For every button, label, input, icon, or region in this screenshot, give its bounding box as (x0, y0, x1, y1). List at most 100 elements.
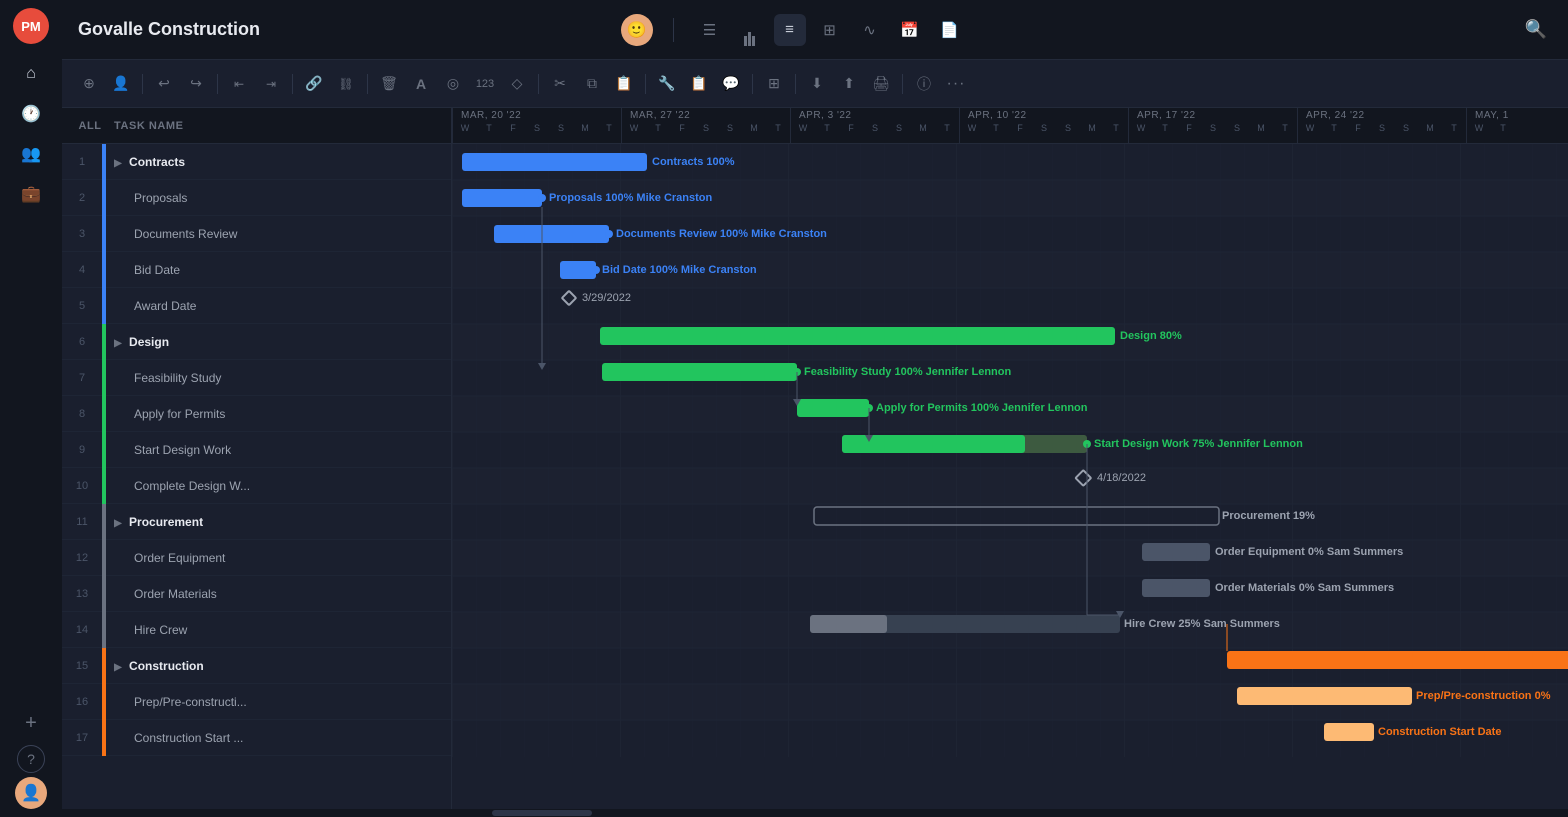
task-row[interactable]: 7 Feasibility Study (62, 360, 451, 396)
redo-button[interactable]: ↪ (181, 69, 211, 99)
date-group-label: APR, 10 '22 (960, 108, 1128, 123)
gantt-bar-bid[interactable] (560, 261, 596, 279)
day-label: T (646, 123, 670, 133)
toolbar-sep-2 (217, 74, 218, 94)
indent-left-button[interactable]: ⇤ (224, 69, 254, 99)
user-avatar[interactable]: 🙂 (621, 14, 653, 46)
task-row[interactable]: 1 ▶ Contracts (62, 144, 451, 180)
sidebar-item-people[interactable]: 👥 (13, 136, 49, 172)
gantt-bar-contracts[interactable] (462, 153, 647, 171)
gantt-bar-docs[interactable] (494, 225, 609, 243)
task-row[interactable]: 6 ▶ Design (62, 324, 451, 360)
task-row[interactable]: 15 ▶ Construction (62, 648, 451, 684)
task-name: ▶ Procurement (114, 515, 451, 529)
gantt-bar-permits[interactable] (797, 399, 869, 417)
task-num: 7 (62, 372, 102, 384)
tab-list[interactable]: ☰ (694, 14, 726, 46)
tab-chart[interactable] (734, 14, 766, 46)
gantt-bar-proposals[interactable] (462, 189, 542, 207)
task-row[interactable]: 4 Bid Date (62, 252, 451, 288)
search-icon[interactable]: 🔍 (1520, 14, 1552, 46)
day-label: F (670, 123, 694, 133)
diamond-button[interactable]: ◇ (502, 69, 532, 99)
sidebar-item-user-avatar[interactable]: 👤 (15, 777, 47, 809)
sidebar-item-help[interactable]: ? (17, 745, 45, 773)
tab-table[interactable]: ⊞ (814, 14, 846, 46)
tab-activity[interactable]: ∿ (854, 14, 886, 46)
link-button[interactable]: 🔗 (299, 69, 329, 99)
undo-button[interactable]: ↩ (149, 69, 179, 99)
task-row[interactable]: 5 Award Date (62, 288, 451, 324)
scroll-thumb[interactable] (492, 810, 592, 816)
tool-comment[interactable]: 💬 (716, 69, 746, 99)
sidebar-item-recent[interactable]: 🕐 (13, 96, 49, 132)
gantt-bar-materials[interactable] (1142, 579, 1210, 597)
sidebar-item-work[interactable]: 💼 (13, 176, 49, 212)
color-button[interactable]: ◎ (438, 69, 468, 99)
date-group-label: MAR, 20 '22 (453, 108, 621, 123)
gantt-bar-construction[interactable] (1227, 651, 1568, 669)
task-row[interactable]: 16 Prep/Pre-constructi... (62, 684, 451, 720)
sidebar-item-add[interactable]: + (13, 705, 49, 741)
day-label: W (960, 123, 984, 133)
group-expand-icon[interactable]: ▶ (114, 662, 122, 673)
task-panel: ALL TASK NAME 1 ▶ Contracts 2 Proposals … (62, 108, 452, 817)
add-task-button[interactable]: ⊕ (74, 69, 104, 99)
task-row[interactable]: 2 Proposals (62, 180, 451, 216)
gantt-bar-feasibility[interactable] (602, 363, 797, 381)
task-row[interactable]: 17 Construction Start ... (62, 720, 451, 756)
task-name: Proposals (114, 191, 451, 205)
tab-doc[interactable]: 📄 (934, 14, 966, 46)
task-row[interactable]: 3 Documents Review (62, 216, 451, 252)
day-label: F (1177, 123, 1201, 133)
group-expand-icon[interactable]: ▶ (114, 518, 122, 529)
task-num: 15 (62, 660, 102, 672)
tool-wrench[interactable]: 🔧 (652, 69, 682, 99)
number-button[interactable]: 123 (470, 69, 500, 99)
gantt-label-docs: Documents Review 100% Mike Cranston (616, 228, 827, 240)
task-name: Order Equipment (114, 551, 451, 565)
indent-right-button[interactable]: ⇥ (256, 69, 286, 99)
unlink-button[interactable]: ⛓ (331, 69, 361, 99)
more-button[interactable]: ··· (941, 69, 971, 99)
delete-button[interactable]: 🗑 (374, 69, 404, 99)
task-row[interactable]: 12 Order Equipment (62, 540, 451, 576)
task-row[interactable]: 13 Order Materials (62, 576, 451, 612)
toolbar: ⊕ 👤 ↩ ↪ ⇤ ⇥ 🔗 ⛓ 🗑 A ◎ 123 ◇ ✂ ⧉ 📋 🔧 📋 💬 … (62, 60, 1568, 108)
add-user-button[interactable]: 👤 (106, 69, 136, 99)
download-button[interactable]: ⬇ (802, 69, 832, 99)
gantt-rows-container: Contracts 100% Proposals 100% Mike Crans… (452, 144, 1568, 757)
gantt-bar-prep[interactable] (1237, 687, 1412, 705)
task-row[interactable]: 10 Complete Design W... (62, 468, 451, 504)
group-expand-icon[interactable]: ▶ (114, 158, 122, 169)
copy-button[interactable]: ⧉ (577, 69, 607, 99)
task-row[interactable]: 14 Hire Crew (62, 612, 451, 648)
gantt-label-award: 3/29/2022 (582, 292, 631, 304)
cut-button[interactable]: ✂ (545, 69, 575, 99)
task-color-bar (102, 684, 106, 720)
gantt-bar-hire[interactable] (810, 615, 887, 633)
gantt-bar-equipment[interactable] (1142, 543, 1210, 561)
sidebar-item-home[interactable]: ⌂ (13, 56, 49, 92)
share-button[interactable]: ⬆ (834, 69, 864, 99)
header-all[interactable]: ALL (70, 120, 110, 132)
task-row[interactable]: 8 Apply for Permits (62, 396, 451, 432)
gantt-bar-const-start[interactable] (1324, 723, 1374, 741)
group-expand-icon[interactable]: ▶ (114, 338, 122, 349)
gantt-bar-design[interactable] (600, 327, 1115, 345)
print-button[interactable]: 🖨 (866, 69, 896, 99)
tab-gantt[interactable]: ≡ (774, 14, 806, 46)
info-button[interactable]: ⓘ (909, 69, 939, 99)
text-button[interactable]: A (406, 69, 436, 99)
task-num: 10 (62, 480, 102, 492)
task-color-bar (102, 180, 106, 216)
horizontal-scrollbar[interactable] (62, 809, 1568, 817)
task-row[interactable]: 9 Start Design Work (62, 432, 451, 468)
columns-button[interactable]: ⊞ (759, 69, 789, 99)
paste-button[interactable]: 📋 (609, 69, 639, 99)
task-row[interactable]: 11 ▶ Procurement (62, 504, 451, 540)
tab-calendar[interactable]: 📅 (894, 14, 926, 46)
day-label: T (815, 123, 839, 133)
task-name: Documents Review (114, 227, 451, 241)
tool-clipboard[interactable]: 📋 (684, 69, 714, 99)
